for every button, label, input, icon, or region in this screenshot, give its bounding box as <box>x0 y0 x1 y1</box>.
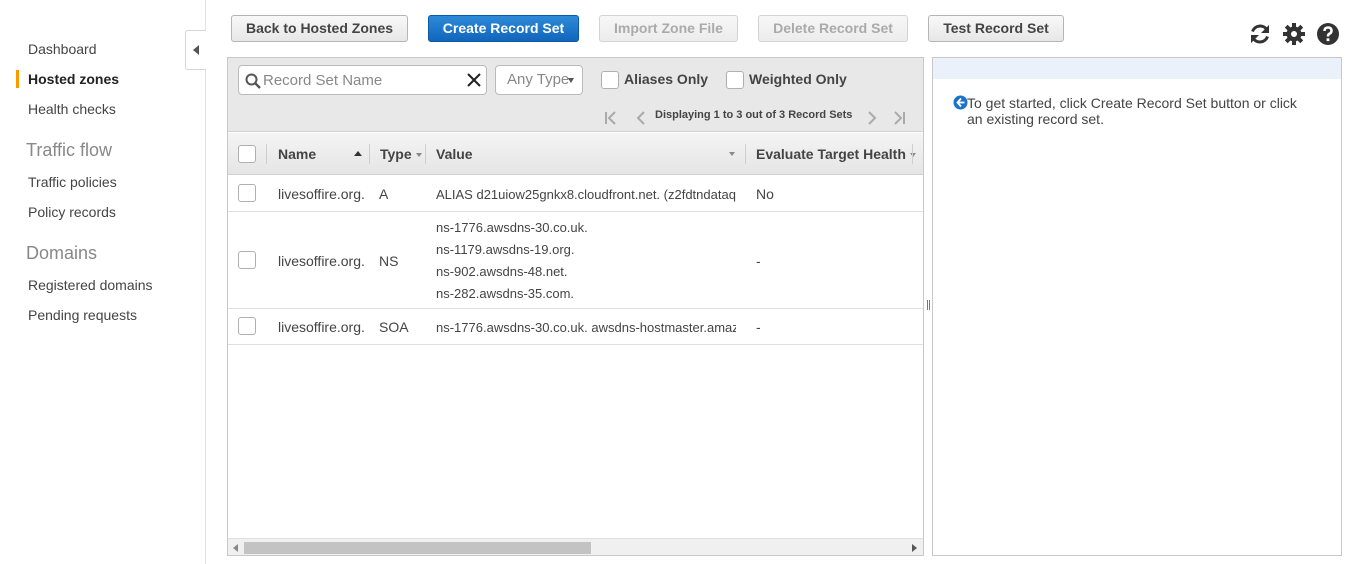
clear-search-icon[interactable] <box>467 73 481 87</box>
sidebar-item-health-checks[interactable]: Health checks <box>28 101 116 117</box>
delete-record-set-button[interactable]: Delete Record Set <box>758 15 908 42</box>
panel-resize-handle[interactable] <box>925 300 931 312</box>
scroll-left-icon[interactable] <box>233 544 238 552</box>
sort-ascending-icon <box>354 151 362 156</box>
grid-filter-bar: Any Type Aliases Only Weighted Only Disp… <box>228 58 923 132</box>
table-row[interactable]: livesoffire.org. SOA ns-1776.awsdns-30.c… <box>228 310 923 345</box>
chevron-down-icon <box>415 153 422 158</box>
row-type: NS <box>379 253 399 269</box>
sidebar-item-policy-records[interactable]: Policy records <box>28 204 116 220</box>
aliases-only-label[interactable]: Aliases Only <box>624 71 708 87</box>
column-separator <box>369 144 370 164</box>
column-header-evaluate-target-health[interactable]: Evaluate Target Health <box>756 133 916 175</box>
detail-hint-text: To get started, click Create Record Set … <box>967 95 1297 127</box>
table-row[interactable]: livesoffire.org. NS ns-1776.awsdns-30.co… <box>228 213 923 309</box>
detail-panel-header <box>933 58 1341 79</box>
sidebar-heading-traffic-flow: Traffic flow <box>26 140 113 160</box>
scroll-right-icon[interactable] <box>912 544 917 552</box>
table-row[interactable]: livesoffire.org. A ALIAS d21uiow25gnkx8.… <box>228 176 923 212</box>
search-input[interactable] <box>263 69 459 91</box>
row-name: livesoffire.org. <box>278 253 365 269</box>
pager-text: Displaying 1 to 3 out of 3 Record Sets <box>655 109 853 121</box>
row-evaluate-target-health: - <box>756 319 761 335</box>
last-page-icon[interactable] <box>892 111 906 125</box>
refresh-icon[interactable] <box>1248 22 1272 46</box>
row-type: SOA <box>379 319 409 335</box>
row-value: ns-1776.awsdns-30.co.uk. awsdns-hostmast… <box>436 320 736 335</box>
record-type-select[interactable]: Any Type <box>495 65 583 95</box>
gear-icon[interactable] <box>1282 22 1306 46</box>
sidebar-heading-domains: Domains <box>26 243 98 263</box>
column-separator <box>912 144 913 164</box>
select-all-checkbox[interactable] <box>238 145 256 163</box>
first-page-icon[interactable] <box>604 111 618 125</box>
chevron-down-icon[interactable] <box>729 152 735 156</box>
column-header-value[interactable]: Value <box>436 133 473 175</box>
sidebar-item-registered-domains[interactable]: Registered domains <box>28 277 153 293</box>
row-checkbox[interactable] <box>238 317 256 335</box>
row-value-line: ns-1776.awsdns-30.co.uk. <box>436 220 588 235</box>
help-icon[interactable] <box>1316 22 1340 46</box>
row-checkbox[interactable] <box>238 184 256 202</box>
scrollbar-thumb[interactable] <box>244 542 591 554</box>
back-to-hosted-zones-button[interactable]: Back to Hosted Zones <box>231 15 408 42</box>
weighted-only-checkbox[interactable] <box>726 71 744 89</box>
column-header-type-label: Type <box>380 146 412 162</box>
search-icon <box>245 73 261 89</box>
create-record-set-button[interactable]: Create Record Set <box>428 15 579 42</box>
column-separator <box>266 144 267 164</box>
row-name: livesoffire.org. <box>278 319 365 335</box>
row-type: A <box>379 186 389 202</box>
weighted-only-label[interactable]: Weighted Only <box>749 71 847 87</box>
sidebar-item-hosted-zones[interactable]: Hosted zones <box>28 71 119 87</box>
test-record-set-button[interactable]: Test Record Set <box>928 15 1064 42</box>
column-separator <box>745 144 746 164</box>
row-name: livesoffire.org. <box>278 186 365 202</box>
search-box <box>238 65 487 95</box>
column-header-eval-label: Evaluate Target Health <box>756 146 906 162</box>
sidebar-item-traffic-policies[interactable]: Traffic policies <box>28 174 117 190</box>
row-checkbox[interactable] <box>238 251 256 269</box>
record-set-detail-panel: To get started, click Create Record Set … <box>932 57 1342 556</box>
sidebar-item-dashboard[interactable]: Dashboard <box>28 41 97 57</box>
active-indicator <box>16 70 19 88</box>
row-value-line: ns-1179.awsdns-19.org. <box>436 242 575 257</box>
row-value-line: ns-902.awsdns-48.net. <box>436 264 568 279</box>
sidebar-collapse-button[interactable] <box>185 30 206 70</box>
next-page-icon[interactable] <box>865 111 879 125</box>
row-evaluate-target-health: No <box>756 186 774 202</box>
column-separator <box>425 144 426 164</box>
sidebar-item-pending-requests[interactable]: Pending requests <box>28 307 137 323</box>
record-sets-grid: Any Type Aliases Only Weighted Only Disp… <box>227 57 924 556</box>
row-value: ALIAS d21uiow25gnkx8.cloudfront.net. (z2… <box>436 187 736 202</box>
grid-header: Name Type Value Evaluate Target Health <box>228 133 923 175</box>
row-evaluate-target-health: - <box>756 253 761 269</box>
column-header-name[interactable]: Name <box>278 133 316 175</box>
column-header-type[interactable]: Type <box>380 133 422 175</box>
sidebar: Dashboard Hosted zones Health checks Tra… <box>0 0 206 564</box>
aliases-only-checkbox[interactable] <box>601 71 619 89</box>
previous-page-icon[interactable] <box>634 111 648 125</box>
horizontal-scrollbar[interactable] <box>228 538 923 555</box>
import-zone-file-button[interactable]: Import Zone File <box>599 15 738 42</box>
record-type-value: Any Type <box>507 71 570 88</box>
info-arrow-icon <box>953 95 968 110</box>
row-value-line: ns-282.awsdns-35.com. <box>436 286 575 301</box>
toolbar-icons <box>1248 22 1340 46</box>
chevron-down-icon <box>568 78 574 83</box>
